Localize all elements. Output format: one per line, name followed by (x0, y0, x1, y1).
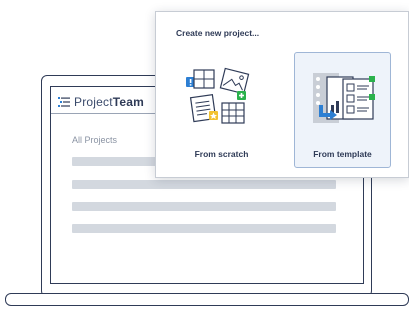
project-row-placeholder[interactable] (72, 202, 336, 211)
brand-name: ProjectTeam (74, 95, 144, 109)
app-header: ProjectTeam (58, 93, 144, 111)
brand-name-part2: Team (112, 95, 145, 109)
laptop-base (5, 293, 409, 306)
from-template-option[interactable]: From template (294, 52, 391, 168)
list-lines-icon (58, 97, 70, 107)
project-row-placeholder[interactable] (72, 224, 336, 233)
scratch-collage-icon (186, 67, 250, 124)
brand-name-part1: Project (74, 95, 113, 109)
from-template-label: From template (313, 149, 372, 159)
create-project-popup: Create new project... From scratch From … (155, 11, 409, 178)
from-scratch-option[interactable]: From scratch (173, 52, 270, 168)
section-title: All Projects (72, 135, 118, 145)
project-row-placeholder[interactable] (72, 180, 336, 189)
template-documents-icon (313, 73, 375, 123)
popup-title: Create new project... (176, 28, 260, 38)
from-scratch-label: From scratch (194, 149, 249, 159)
